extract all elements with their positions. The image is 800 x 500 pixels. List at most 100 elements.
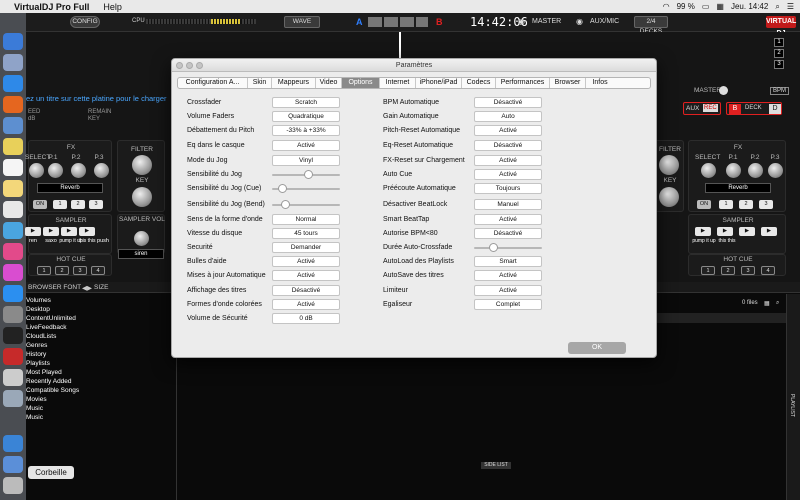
fx-p2-knob[interactable]: [71, 163, 86, 178]
fx-select-knob[interactable]: [29, 163, 44, 178]
fx-slot-3[interactable]: 3: [89, 200, 103, 209]
deck-d-button[interactable]: D: [769, 104, 781, 114]
auto-gain-select[interactable]: Auto: [474, 111, 542, 122]
folder-item[interactable]: Music: [26, 405, 43, 412]
auto-prelisten-select[interactable]: Toujours: [474, 183, 542, 194]
hot-cue-4[interactable]: 4: [91, 266, 105, 275]
reminders-icon[interactable]: [3, 201, 23, 218]
sampler-selection[interactable]: siren: [118, 249, 164, 259]
fx-p2-knob-right[interactable]: [748, 163, 763, 178]
fx-on-button-right[interactable]: ON: [697, 200, 711, 209]
decks-toggle[interactable]: 2/4 DECKS: [634, 16, 668, 35]
browser-font-label[interactable]: BROWSER FONT: [28, 284, 81, 291]
playlist-tab[interactable]: PLAYLIST: [789, 394, 795, 417]
pitch-range-select[interactable]: -33% à +33%: [272, 125, 340, 136]
sampler-pad-4[interactable]: ▶: [79, 227, 95, 236]
deck-number-1[interactable]: 1: [774, 38, 784, 47]
jog-bend-sensitivity-slider[interactable]: [272, 199, 340, 210]
filter-knob[interactable]: [132, 155, 152, 175]
zoom-window-button[interactable]: [196, 62, 203, 69]
auto-pitch-reset-select[interactable]: Activé: [474, 125, 542, 136]
tab-mappeurs[interactable]: Mappeurs: [272, 78, 316, 88]
fx-reset-on-load-select[interactable]: Activé: [474, 155, 542, 166]
deck-number-3[interactable]: 3: [774, 60, 784, 69]
playlist-autoload-select[interactable]: Smart: [474, 256, 542, 267]
folder-item[interactable]: CloudLists: [26, 333, 56, 340]
hot-cue-3[interactable]: 3: [73, 266, 87, 275]
fx-p3-knob-right[interactable]: [768, 163, 783, 178]
allow-bpm-under-80-select[interactable]: Désactivé: [474, 228, 542, 239]
search-icon[interactable]: ⌕: [775, 2, 779, 12]
folder-item[interactable]: Volumes: [26, 297, 51, 304]
keyboard-icon[interactable]: ▦: [716, 2, 724, 11]
fx-slot-1[interactable]: 1: [53, 200, 67, 209]
auto-crossfade-duration-slider[interactable]: [474, 242, 542, 253]
folder-item[interactable]: Movies: [26, 396, 47, 403]
music-app-icon[interactable]: [3, 348, 23, 365]
tab-options[interactable]: Options: [342, 78, 380, 88]
folder-item[interactable]: Compatible Songs: [26, 387, 79, 394]
folder-item[interactable]: LiveFeedback: [26, 324, 66, 331]
key-knob[interactable]: [132, 187, 152, 207]
fx-name-display-right[interactable]: Reverb: [705, 183, 771, 193]
documents-folder-icon[interactable]: [3, 456, 23, 473]
volume-faders-select[interactable]: Quadratique: [272, 111, 340, 122]
grid-view-icon[interactable]: ▦: [764, 300, 770, 307]
sampler-pad-2[interactable]: ▶: [43, 227, 59, 236]
minimize-window-button[interactable]: [186, 62, 193, 69]
virtualdj-icon[interactable]: [3, 327, 23, 344]
auto-eq-reset-select[interactable]: Désactivé: [474, 140, 542, 151]
jog-sensitivity-slider[interactable]: [272, 169, 340, 180]
hot-cue-right-3[interactable]: 3: [741, 266, 755, 275]
crossfader-select[interactable]: Scratch: [272, 97, 340, 108]
size-arrows-icon[interactable]: ◀▶: [82, 284, 92, 292]
fx-slot-3-right[interactable]: 3: [759, 200, 773, 209]
auto-cue-select[interactable]: Activé: [474, 169, 542, 180]
deck-b-indicator[interactable]: B: [436, 17, 443, 27]
title-autosave-select[interactable]: Activé: [474, 270, 542, 281]
mail-icon[interactable]: [3, 117, 23, 134]
fx-name-display[interactable]: Reverb: [37, 183, 103, 193]
tab-infos[interactable]: Infos: [586, 78, 614, 88]
sampler-pad-right-1[interactable]: ▶: [695, 227, 711, 236]
finder-icon[interactable]: [3, 33, 23, 50]
battery-icon[interactable]: ▭: [702, 2, 710, 11]
firefox-icon[interactable]: [3, 96, 23, 113]
menu-help[interactable]: Help: [103, 2, 122, 12]
auto-bpm-select[interactable]: Désactivé: [474, 97, 542, 108]
stamp-icon[interactable]: [3, 138, 23, 155]
fx-select-knob-right[interactable]: [701, 163, 716, 178]
search-icon[interactable]: ⌕: [776, 300, 779, 307]
deck-number-2[interactable]: 2: [774, 49, 784, 58]
limiter-select[interactable]: Activé: [474, 285, 542, 296]
menu-app-name[interactable]: VirtualDJ Pro Full: [14, 2, 89, 12]
close-window-button[interactable]: [176, 62, 183, 69]
folder-item[interactable]: Music: [26, 414, 43, 421]
side-list-toggle[interactable]: SIDE LIST: [481, 462, 511, 469]
hot-cue-2[interactable]: 2: [55, 266, 69, 275]
tab-video[interactable]: Video: [316, 78, 342, 88]
smart-beattap-select[interactable]: Activé: [474, 214, 542, 225]
playlist-side-panel[interactable]: PLAYLIST: [786, 294, 800, 500]
wave-button[interactable]: WAVE: [284, 16, 320, 28]
fx-p3-knob[interactable]: [94, 163, 109, 178]
jog-mode-select[interactable]: Vinyl: [272, 155, 340, 166]
master-icon[interactable]: ◉: [518, 17, 525, 26]
master-dot-icon[interactable]: [719, 86, 728, 95]
app-store-icon[interactable]: [3, 285, 23, 302]
safari-icon[interactable]: [3, 75, 23, 92]
itunes-icon[interactable]: [3, 264, 23, 281]
fx-on-button[interactable]: ON: [33, 200, 47, 209]
tab-performances[interactable]: Performances: [496, 78, 550, 88]
config-button[interactable]: CONFIG: [70, 16, 100, 28]
jog-cue-sensitivity-slider[interactable]: [272, 183, 340, 194]
rec-button[interactable]: REC: [703, 104, 718, 112]
hot-cue-1[interactable]: 1: [37, 266, 51, 275]
hot-cue-right-4[interactable]: 4: [761, 266, 775, 275]
equalizer-select[interactable]: Complet: [474, 299, 542, 310]
hot-cue-right-1[interactable]: 1: [701, 266, 715, 275]
downloads-folder-icon[interactable]: [3, 435, 23, 452]
key-knob-right[interactable]: [659, 187, 679, 207]
launchpad-icon[interactable]: [3, 54, 23, 71]
fx-slot-1-right[interactable]: 1: [719, 200, 733, 209]
